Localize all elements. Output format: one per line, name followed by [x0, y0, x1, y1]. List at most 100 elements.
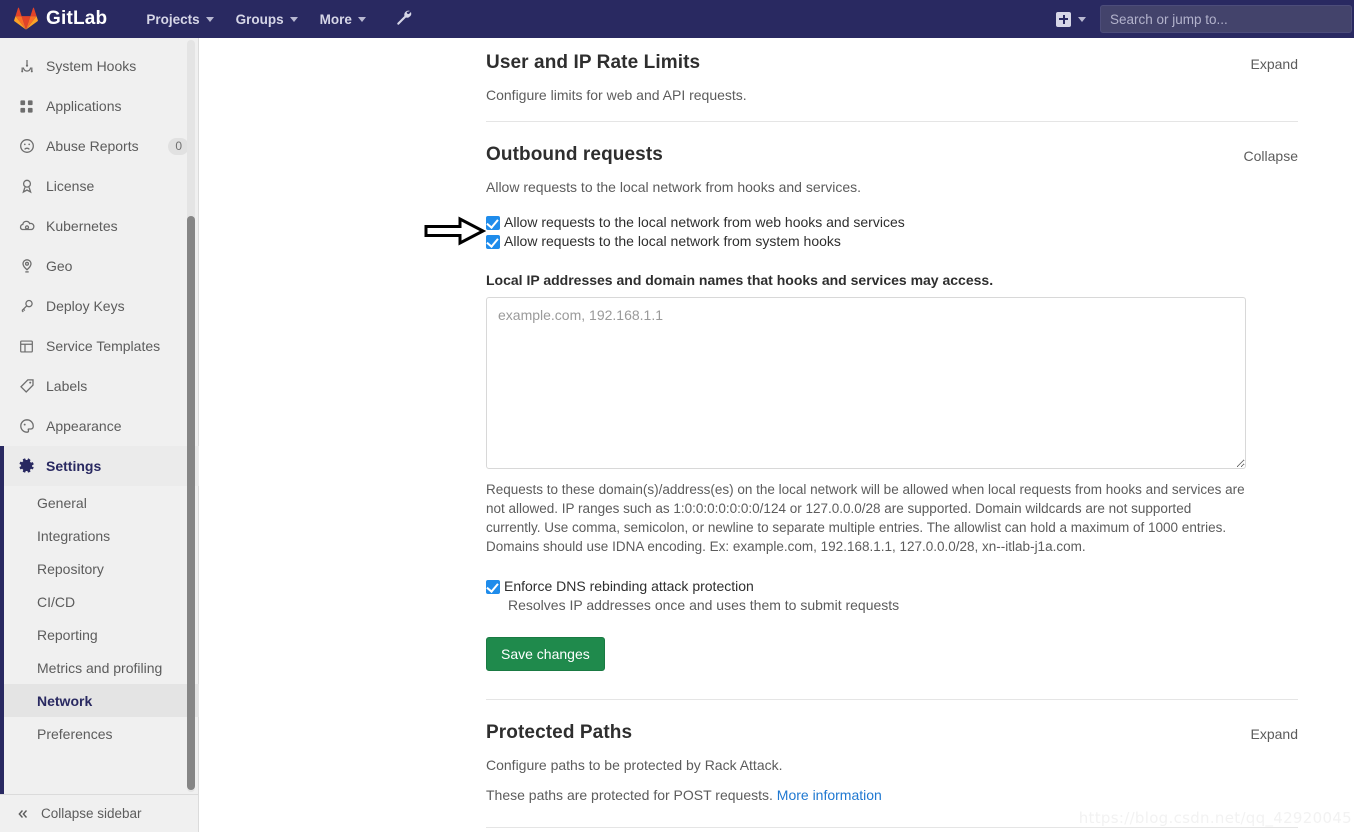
- sidebar-subitem-metrics-and-profiling[interactable]: Metrics and profiling: [0, 651, 199, 684]
- chevron-down-icon: [357, 16, 366, 22]
- save-changes-button[interactable]: Save changes: [486, 637, 605, 671]
- sidebar-subitem-cicd[interactable]: CI/CD: [0, 585, 199, 618]
- sidebar-item-applications-label: Applications: [46, 98, 122, 114]
- sidebar-item-appearance[interactable]: Appearance: [0, 406, 199, 446]
- sidebar-item-labels-label: Labels: [46, 378, 88, 394]
- sidebar-item-kubernetes[interactable]: Kubernetes: [0, 206, 199, 246]
- checkbox-enforce-dns-rebinding-protection[interactable]: [486, 580, 500, 594]
- abuse-icon: [18, 138, 35, 155]
- chevron-double-left-icon: [16, 807, 30, 821]
- checkbox-allow-local-web-hooks[interactable]: [486, 216, 500, 230]
- nav-item-projects[interactable]: Projects: [135, 3, 224, 36]
- section-title: User and IP Rate Limits: [486, 52, 701, 73]
- kubernetes-icon: [18, 218, 35, 235]
- collapse-sidebar-button[interactable]: Collapse sidebar: [0, 794, 198, 832]
- sidebar-subitem-cicd-label: CI/CD: [37, 593, 76, 610]
- main-content: Expand User and IP Rate Limits Configure…: [199, 38, 1354, 832]
- sidebar-item-applications[interactable]: Applications: [0, 86, 199, 126]
- sidebar-subitem-integrations-label: Integrations: [37, 527, 111, 544]
- section-outbound-requests: Collapse Outbound requests Allow request…: [486, 121, 1298, 699]
- expand-protected-paths-button[interactable]: Expand: [1251, 726, 1298, 742]
- label-tag-icon: [18, 378, 35, 395]
- checkbox-row-dns-rebinding: Enforce DNS rebinding attack protection: [486, 577, 1298, 596]
- sidebar-item-deploy-keys[interactable]: Deploy Keys: [0, 286, 199, 326]
- sidebar-item-deploy-keys-label: Deploy Keys: [46, 298, 125, 314]
- protected-paths-note-text: These paths are protected for POST reque…: [486, 787, 777, 803]
- sidebar-item-system-hooks-label: System Hooks: [46, 58, 137, 74]
- sidebar-subitem-network-label: Network: [37, 692, 93, 709]
- wrench-icon: [395, 9, 412, 29]
- checkbox-enforce-dns-rebinding-protection-label[interactable]: Enforce DNS rebinding attack protection: [504, 577, 754, 596]
- license-icon: [18, 178, 35, 195]
- dns-rebinding-sub-description: Resolves IP addresses once and uses them…: [508, 597, 900, 613]
- active-section-rail: [0, 462, 4, 794]
- sidebar-subitem-general[interactable]: General: [0, 486, 199, 519]
- gitlab-logo-link[interactable]: GitLab: [14, 7, 107, 31]
- sidebar-nav-list: System Hooks Applications Abuse Reports …: [0, 38, 199, 486]
- sidebar-item-kubernetes-label: Kubernetes: [46, 218, 118, 234]
- checkbox-allow-local-web-hooks-label[interactable]: Allow requests to the local network from…: [504, 213, 905, 232]
- section-title: Protected Paths: [486, 722, 633, 743]
- abuse-reports-count-badge: 0: [168, 137, 189, 155]
- sidebar-settings-submenu: General Integrations Repository CI/CD Re…: [0, 486, 199, 760]
- section-issues-rate-limits: Expand Issues Rate Limits: [486, 827, 1298, 832]
- section-protected-paths: Expand Protected Paths Configure paths t…: [486, 699, 1298, 827]
- sidebar-item-labels[interactable]: Labels: [0, 366, 199, 406]
- sidebar-subitem-metrics-label: Metrics and profiling: [37, 659, 163, 676]
- admin-sidebar: System Hooks Applications Abuse Reports …: [0, 38, 199, 832]
- search-input[interactable]: Search or jump to...: [1100, 5, 1352, 33]
- checkbox-row-system-hooks: Allow requests to the local network from…: [486, 232, 1298, 251]
- nav-item-groups-label: Groups: [235, 11, 284, 27]
- more-information-link[interactable]: More information: [777, 787, 882, 803]
- sidebar-item-settings[interactable]: Settings: [0, 446, 199, 486]
- navbar-right: Search or jump to...: [1050, 0, 1354, 38]
- nav-item-more-label: More: [319, 11, 352, 27]
- collapse-outbound-requests-button[interactable]: Collapse: [1244, 148, 1298, 164]
- admin-area-button[interactable]: [387, 1, 420, 37]
- search-placeholder: Search or jump to...: [1110, 11, 1228, 27]
- hooks-icon: [18, 58, 35, 75]
- allowlist-help-text: Requests to these domain(s)/address(es) …: [486, 482, 1245, 554]
- sidebar-subitem-preferences[interactable]: Preferences: [0, 717, 199, 750]
- allowlist-textarea[interactable]: [486, 297, 1246, 469]
- chevron-down-icon: [205, 16, 214, 22]
- sidebar-item-geo[interactable]: Geo: [0, 246, 199, 286]
- sidebar-subitem-general-label: General: [37, 494, 87, 511]
- appearance-palette-icon: [18, 418, 35, 435]
- sidebar-item-appearance-label: Appearance: [46, 418, 122, 434]
- checkbox-allow-local-system-hooks[interactable]: [486, 235, 500, 249]
- section-description: Configure paths to be protected by Rack …: [486, 757, 783, 773]
- sidebar-item-system-hooks[interactable]: System Hooks: [0, 46, 199, 86]
- nav-item-projects-label: Projects: [146, 11, 200, 27]
- new-dropdown-button[interactable]: [1050, 6, 1090, 33]
- checkbox-allow-local-system-hooks-label[interactable]: Allow requests to the local network from…: [504, 232, 841, 251]
- chevron-down-icon: [289, 16, 298, 22]
- sidebar-subitem-network[interactable]: Network: [0, 684, 199, 717]
- sidebar-item-geo-label: Geo: [46, 258, 73, 274]
- sidebar-item-abuse-reports[interactable]: Abuse Reports 0: [0, 126, 199, 166]
- applications-icon: [18, 98, 35, 115]
- sidebar-item-license-label: License: [46, 178, 95, 194]
- expand-user-ip-rate-limits-button[interactable]: Expand: [1251, 56, 1298, 72]
- sidebar-subitem-integrations[interactable]: Integrations: [0, 519, 199, 552]
- sidebar-subitem-repository-label: Repository: [37, 560, 104, 577]
- tanuki-logo-icon: [14, 7, 38, 31]
- allowlist-field-label: Local IP addresses and domain names that…: [486, 272, 994, 288]
- key-icon: [18, 298, 35, 315]
- navbar-menu: Projects Groups More: [135, 1, 420, 37]
- sidebar-subitem-preferences-label: Preferences: [37, 725, 113, 742]
- sidebar-item-service-templates[interactable]: Service Templates: [0, 326, 199, 366]
- sidebar-scroll-area: System Hooks Applications Abuse Reports …: [0, 38, 199, 794]
- sidebar-subitem-reporting[interactable]: Reporting: [0, 618, 199, 651]
- sidebar-item-settings-label: Settings: [46, 458, 102, 474]
- sidebar-subitem-repository[interactable]: Repository: [0, 552, 199, 585]
- sidebar-scrollbar-thumb[interactable]: [187, 216, 195, 790]
- section-description: Allow requests to the local network from…: [486, 179, 862, 195]
- nav-item-more[interactable]: More: [309, 3, 377, 36]
- section-description: Configure limits for web and API request…: [486, 87, 747, 103]
- settings-sections: Expand User and IP Rate Limits Configure…: [199, 38, 1354, 832]
- sidebar-item-license[interactable]: License: [0, 166, 199, 206]
- protected-paths-note: These paths are protected for POST reque…: [486, 787, 1298, 803]
- template-icon: [18, 338, 35, 355]
- nav-item-groups[interactable]: Groups: [225, 3, 309, 36]
